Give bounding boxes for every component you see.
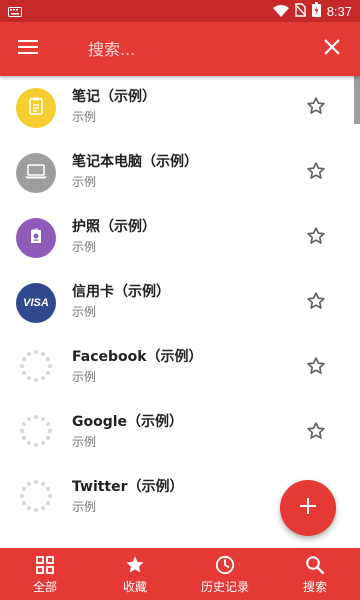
item-subtitle: 示例 bbox=[72, 370, 97, 384]
app-bar bbox=[0, 22, 360, 76]
nav-label: 搜索 bbox=[302, 579, 327, 594]
item-subtitle: 示例 bbox=[72, 305, 97, 319]
list-item-credit-card[interactable]: VISA 信用卡（示例） 示例 bbox=[0, 271, 360, 336]
items-list: 笔记（示例） 示例 笔记本电脑（示例） 示例 护照（示例） 示例 VISA 信用… bbox=[0, 76, 360, 548]
avatar: VISA bbox=[16, 283, 56, 323]
status-time: 8:37 bbox=[326, 3, 352, 19]
scrollbar-thumb[interactable] bbox=[354, 76, 360, 124]
item-subtitle: 示例 bbox=[72, 435, 97, 449]
favorite-button[interactable] bbox=[300, 287, 332, 319]
laptop-icon bbox=[24, 161, 48, 185]
item-title: 笔记本电脑（示例） bbox=[72, 154, 198, 170]
note-icon bbox=[26, 96, 46, 120]
favorite-button[interactable] bbox=[300, 92, 332, 124]
avatar bbox=[16, 478, 56, 518]
close-button[interactable] bbox=[304, 22, 360, 76]
loading-icon bbox=[19, 349, 53, 387]
item-title: Twitter（示例） bbox=[72, 479, 184, 495]
nav-label: 收藏 bbox=[122, 579, 147, 594]
item-subtitle: 示例 bbox=[72, 175, 97, 189]
plus-icon bbox=[300, 498, 316, 518]
avatar bbox=[16, 413, 56, 453]
nav-label: 全部 bbox=[32, 579, 57, 594]
list-item-google[interactable]: Google（示例） 示例 bbox=[0, 401, 360, 466]
search-input[interactable] bbox=[88, 29, 304, 69]
star-outline-icon bbox=[306, 421, 326, 445]
nav-label: 历史记录 bbox=[200, 579, 249, 594]
list-item-facebook[interactable]: Facebook（示例） 示例 bbox=[0, 336, 360, 401]
close-icon bbox=[324, 39, 340, 59]
item-subtitle: 示例 bbox=[72, 110, 97, 124]
nav-search[interactable]: 搜索 bbox=[270, 548, 360, 600]
menu-icon bbox=[18, 39, 38, 59]
loading-icon bbox=[19, 414, 53, 452]
avatar bbox=[16, 153, 56, 193]
nav-favorites[interactable]: 收藏 bbox=[90, 548, 180, 600]
star-outline-icon bbox=[306, 291, 326, 315]
star-filled-icon bbox=[125, 554, 145, 576]
star-outline-icon bbox=[306, 226, 326, 250]
keyboard-icon bbox=[8, 2, 22, 21]
wifi-icon bbox=[272, 2, 289, 21]
nav-history[interactable]: 历史记录 bbox=[180, 548, 270, 600]
avatar bbox=[16, 88, 56, 128]
item-title: 护照（示例） bbox=[72, 219, 156, 235]
list-item-passport[interactable]: 护照（示例） 示例 bbox=[0, 206, 360, 271]
visa-icon: VISA bbox=[23, 297, 49, 309]
clock-icon bbox=[215, 554, 235, 576]
avatar bbox=[16, 348, 56, 388]
search-icon bbox=[305, 554, 325, 576]
list-item-laptop[interactable]: 笔记本电脑（示例） 示例 bbox=[0, 141, 360, 206]
menu-button[interactable] bbox=[0, 22, 56, 76]
item-subtitle: 示例 bbox=[72, 240, 97, 254]
status-bar: 8:37 bbox=[0, 0, 360, 22]
loading-icon bbox=[19, 479, 53, 517]
battery-icon bbox=[311, 1, 321, 21]
item-title: 笔记（示例） bbox=[72, 89, 156, 105]
avatar bbox=[16, 218, 56, 258]
favorite-button[interactable] bbox=[300, 417, 332, 449]
item-title: Facebook（示例） bbox=[72, 349, 203, 365]
nav-all[interactable]: 全部 bbox=[0, 548, 90, 600]
app-screen: 8:37 笔记（示例） 示例 bbox=[0, 0, 360, 600]
favorite-button[interactable] bbox=[300, 222, 332, 254]
favorite-button[interactable] bbox=[300, 157, 332, 189]
no-sim-icon bbox=[294, 2, 307, 21]
favorite-button[interactable] bbox=[300, 352, 332, 384]
item-title: Google（示例） bbox=[72, 414, 184, 430]
grid-icon bbox=[36, 554, 54, 576]
item-title: 信用卡（示例） bbox=[72, 284, 170, 300]
item-subtitle: 示例 bbox=[72, 500, 97, 514]
list-item-note[interactable]: 笔记（示例） 示例 bbox=[0, 76, 360, 141]
add-button[interactable] bbox=[280, 480, 336, 536]
passport-icon bbox=[26, 226, 46, 250]
list-scrollbar[interactable] bbox=[352, 76, 360, 548]
star-outline-icon bbox=[306, 161, 326, 185]
star-outline-icon bbox=[306, 96, 326, 120]
bottom-nav: 全部 收藏 历史记录 搜索 bbox=[0, 548, 360, 600]
star-outline-icon bbox=[306, 356, 326, 380]
